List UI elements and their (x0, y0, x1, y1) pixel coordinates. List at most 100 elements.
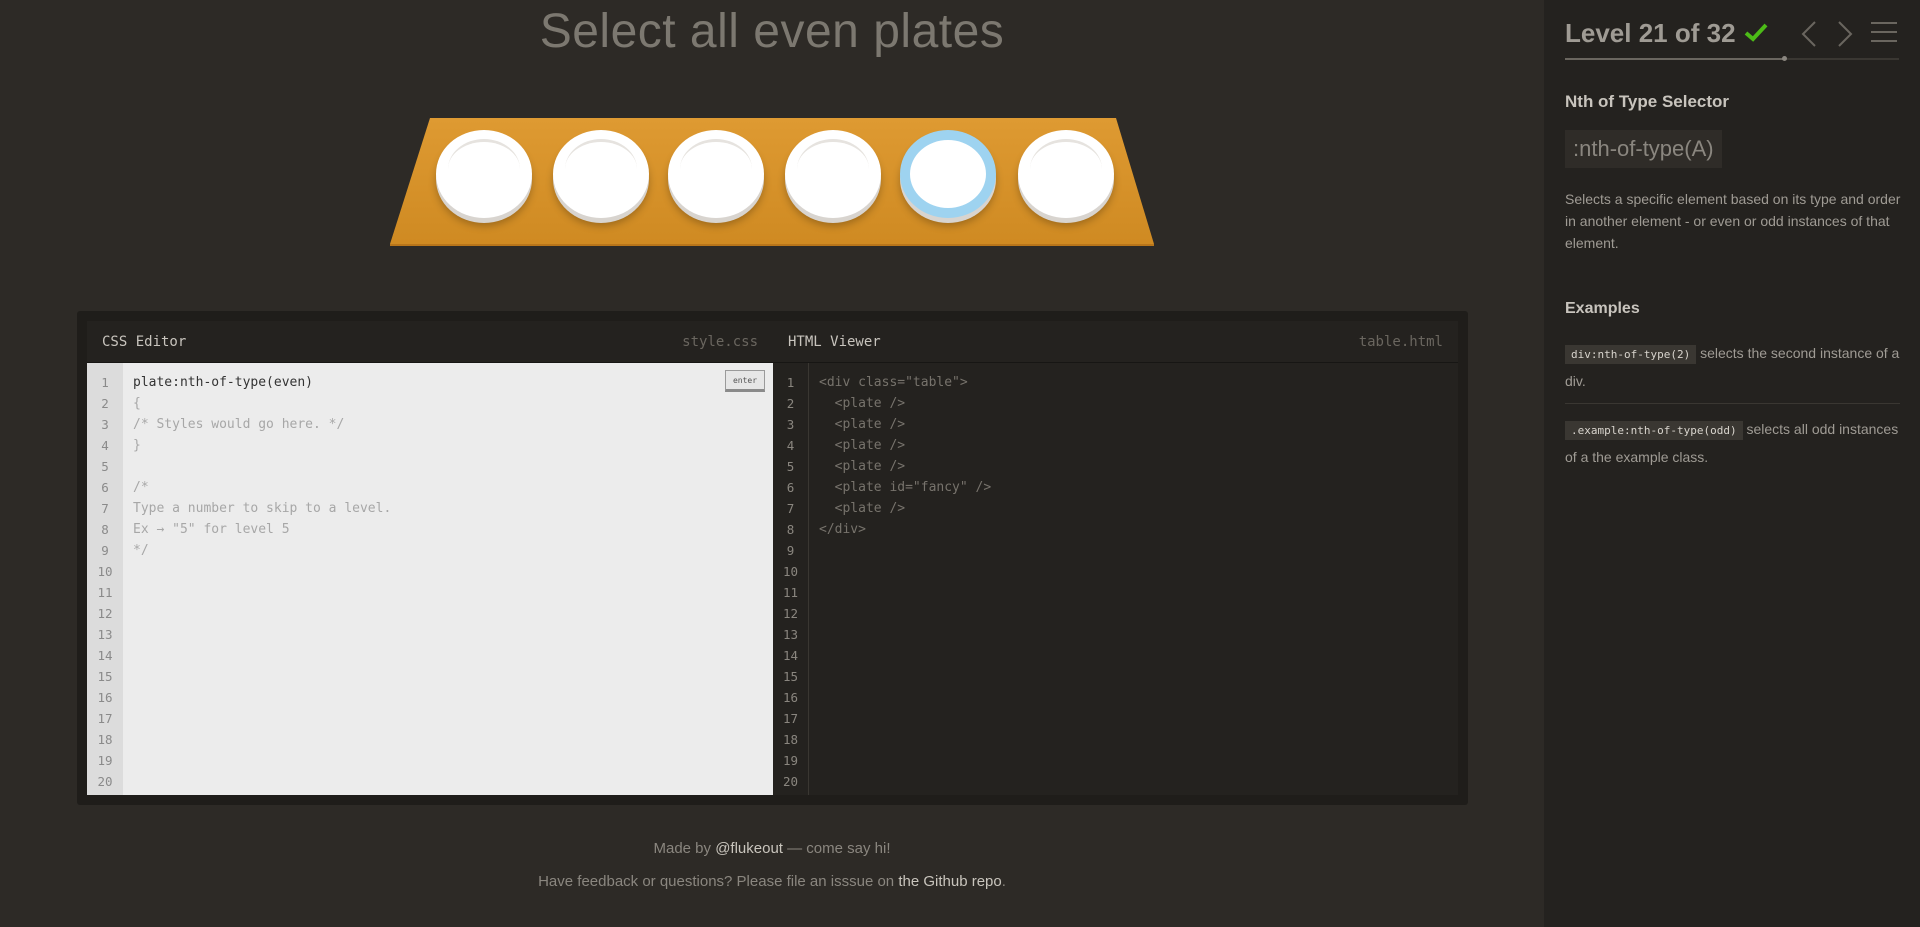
line-number: 17 (782, 711, 799, 726)
line-number: 13 (782, 627, 799, 642)
line-number: 12 (97, 606, 113, 621)
example-item: .example:nth-of-type(odd) selects all od… (1565, 416, 1900, 470)
line-number: 4 (786, 438, 795, 453)
html-code-line[interactable]: <plate /> (819, 498, 1448, 519)
html-code-line[interactable]: <plate /> (819, 456, 1448, 477)
line-number: 8 (786, 522, 795, 537)
line-number: 15 (97, 669, 113, 684)
fancy-plate[interactable] (900, 130, 996, 218)
line-number: 7 (786, 501, 795, 516)
html-code-line[interactable]: <plate /> (819, 414, 1448, 435)
line-number: 18 (97, 732, 113, 747)
level-progress-bar (1565, 56, 1899, 61)
line-number: 9 (101, 543, 109, 558)
html-viewer-filename: table.html (1358, 333, 1443, 350)
credits-prefix: Made by (653, 840, 716, 857)
css-editor-title: CSS Editor (102, 333, 187, 350)
chevron-left-icon (1801, 21, 1816, 47)
line-number: 5 (101, 459, 109, 474)
css-code-line: /* Styles would go here. */ (133, 417, 345, 432)
html-code-line[interactable]: </div> (819, 519, 1448, 540)
html-code-line[interactable]: <plate /> (819, 393, 1448, 414)
level-progress-fill (1565, 58, 1785, 60)
plate[interactable] (436, 130, 532, 218)
line-number: 1 (786, 375, 795, 390)
line-number: 14 (782, 648, 799, 663)
line-number: 10 (782, 564, 799, 579)
line-number: 6 (101, 480, 109, 495)
line-number: 8 (101, 522, 109, 537)
line-number: 9 (786, 543, 795, 558)
selector-syntax: :nth-of-type(A) (1565, 130, 1722, 168)
line-number: 18 (782, 732, 799, 747)
level-indicator: Level 21 of 32 (1565, 18, 1736, 48)
checkmark-icon (1744, 18, 1768, 49)
game-area: Select all even plates CSS Editor style.… (0, 0, 1544, 927)
example-code: .example:nth-of-type(odd) (1565, 421, 1743, 440)
css-code-line: } (133, 438, 141, 453)
line-number: 12 (782, 606, 799, 621)
css-code-area[interactable]: plate:nth-of-type(even) { /* Styles would … (123, 363, 773, 795)
html-code-area[interactable]: <div class="table"> <plate /> <plate /> … (809, 363, 1458, 795)
feedback-suffix: . (1001, 873, 1006, 890)
line-number: 2 (101, 396, 109, 411)
css-code-line: Ex → "5" for level 5 (133, 522, 290, 537)
level-instruction: Select all even plates (539, 5, 1005, 58)
level-menu-button[interactable] (1870, 20, 1898, 44)
line-number: 16 (97, 690, 113, 705)
level-header: Level 21 of 32 (1565, 18, 1768, 49)
html-code-line[interactable]: <plate id="fancy" /> (819, 477, 1448, 498)
css-code-line: { (133, 396, 141, 411)
line-number: 3 (786, 417, 795, 432)
selector-name: Nth of Type Selector (1565, 92, 1730, 111)
html-line-numbers: 1 2 3 4 5 6 7 8 9 10 11 12 13 14 15 16 17 18 19 20 (773, 363, 809, 795)
plate[interactable] (1018, 130, 1114, 218)
line-number: 17 (97, 711, 113, 726)
feedback-line: Have feedback or questions? Please file … (0, 873, 1544, 890)
html-viewer: HTML Viewer table.html 1 2 3 4 5 6 7 8 9 10 11 12 13… (773, 321, 1458, 795)
enter-button[interactable]: enter (725, 370, 765, 392)
html-viewer-header: HTML Viewer table.html (773, 321, 1458, 363)
line-number: 5 (786, 459, 795, 474)
css-editor-header: CSS Editor style.css (87, 321, 773, 363)
css-code-line (133, 456, 763, 477)
next-level-button[interactable] (1836, 20, 1854, 48)
css-editor: CSS Editor style.css 1 2 3 4 5 6 7 8 9 10 11 12 13 14… (87, 321, 773, 795)
line-number: 14 (97, 648, 113, 663)
table (388, 116, 1158, 276)
html-viewer-title: HTML Viewer (788, 333, 881, 350)
examples-divider (1565, 403, 1900, 404)
line-number: 6 (786, 480, 795, 495)
line-number: 19 (97, 753, 113, 768)
level-sidebar: Level 21 of 32 Nth of Type Selector :nth… (1544, 0, 1920, 927)
css-line-numbers: 1 2 3 4 5 6 7 8 9 10 11 12 13 14 15 16 17 18 19 20 (87, 363, 123, 795)
selector-description: Selects a specific element based on its … (1565, 191, 1901, 251)
prev-level-button[interactable] (1800, 20, 1818, 48)
line-number: 7 (101, 501, 109, 516)
credits-suffix: — come say hi! (782, 840, 891, 857)
examples-heading: Examples (1565, 300, 1640, 317)
flukeout-link[interactable]: @flukeout (715, 840, 783, 857)
line-number: 3 (101, 417, 109, 432)
line-number: 10 (97, 564, 113, 579)
github-repo-link[interactable]: the Github repo (898, 873, 1001, 890)
plate[interactable] (785, 130, 881, 218)
plate[interactable] (668, 130, 764, 218)
example-item: div:nth-of-type(2) selects the second in… (1565, 340, 1900, 394)
line-number: 19 (782, 753, 799, 768)
css-editor-filename: style.css (682, 333, 758, 350)
example-code: div:nth-of-type(2) (1565, 345, 1697, 364)
plate[interactable] (553, 130, 649, 218)
editor-panel: CSS Editor style.css 1 2 3 4 5 6 7 8 9 10 11 12 13 14… (77, 311, 1468, 805)
css-code-line: Type a number to skip to a level. (133, 501, 392, 516)
line-number: 11 (97, 585, 113, 600)
line-number: 4 (101, 438, 109, 453)
line-number: 15 (782, 669, 799, 684)
css-code-line: /* (133, 480, 149, 495)
html-code-line[interactable]: <div class="table"> (819, 372, 1448, 393)
line-number: 13 (97, 627, 113, 642)
credits-line: Made by @flukeout — come say hi! (0, 840, 1544, 857)
line-number: 1 (101, 375, 109, 390)
html-code-line[interactable]: <plate /> (819, 435, 1448, 456)
css-selector-input[interactable]: plate:nth-of-type(even) (133, 372, 763, 393)
